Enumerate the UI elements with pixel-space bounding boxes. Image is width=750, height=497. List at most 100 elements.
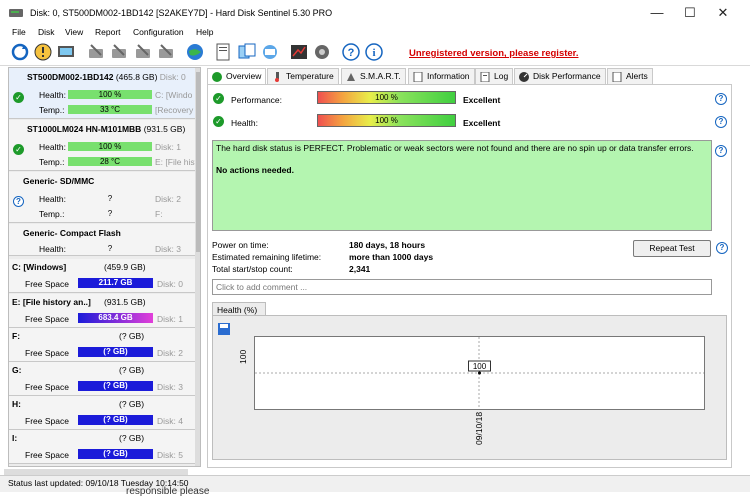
free-space-bar: (? GB)	[78, 347, 153, 357]
partition-name: F:	[12, 331, 21, 341]
tab-overview[interactable]: Overview	[207, 68, 267, 85]
free-space-label: Free Space	[25, 348, 69, 358]
copy-report-icon[interactable]	[238, 43, 256, 61]
toolbar: ? i Unregistered version, please registe…	[0, 39, 750, 66]
disk-test-icon[interactable]	[110, 43, 128, 61]
globe-icon[interactable]	[186, 43, 204, 61]
tab-bar: Overview Temperature S.M.A.R.T. Informat…	[207, 68, 732, 85]
close-button[interactable]: ✕	[706, 0, 740, 26]
disk-settings-icon[interactable]	[134, 43, 152, 61]
partition-item[interactable]: C: [Windows] (459.9 GB) Free Space 211.7…	[9, 259, 195, 293]
tab-information[interactable]: Information	[408, 68, 475, 84]
health-label: Health:	[39, 244, 66, 254]
disk-list-panel: ST500DM002-1BD142 (465.8 GB) Disk: 0 ✓ H…	[8, 67, 201, 467]
chart-point	[478, 371, 481, 375]
graph-icon[interactable]	[290, 43, 308, 61]
temp-label: Temp.:	[39, 105, 65, 115]
tab-alerts[interactable]: Alerts	[607, 68, 653, 84]
health-bar: ?	[107, 194, 113, 203]
disk-tool-icon[interactable]	[87, 43, 105, 61]
free-space-label: Free Space	[25, 416, 69, 426]
partition-size: (? GB)	[119, 399, 145, 409]
disk-name: ST1000LM024 HN-M101MBB (931.5 GB)	[27, 124, 186, 134]
startstop-label: Total start/stop count:	[212, 264, 293, 274]
alert-icon[interactable]	[34, 43, 52, 61]
health-chart: 100	[254, 336, 705, 410]
health-rating: Excellent	[463, 118, 501, 128]
minimize-button[interactable]: —	[640, 0, 674, 26]
partition-size: (? GB)	[119, 365, 145, 375]
menu-view[interactable]: View	[65, 27, 83, 37]
partition-item[interactable]: F: (? GB) Free Space (? GB) Disk: 2	[9, 328, 195, 362]
unknown-status-icon: ?	[13, 196, 24, 207]
health-label: Health:	[231, 118, 258, 128]
sound-icon[interactable]	[313, 43, 331, 61]
menu-file[interactable]: File	[12, 27, 26, 37]
comment-field[interactable]: Click to add comment ...	[212, 279, 712, 295]
health-label: Health:	[39, 194, 66, 204]
menu-report[interactable]: Report	[95, 27, 121, 37]
monitor-icon[interactable]	[57, 43, 75, 61]
free-space-label: Free Space	[25, 314, 69, 324]
side-text: F:	[155, 209, 163, 219]
temp-label: Temp.:	[39, 157, 65, 167]
menu-disk[interactable]: Disk	[38, 27, 55, 37]
partition-name: E: [File history an..]	[12, 297, 91, 307]
partition-item[interactable]: G: (? GB) Free Space (? GB) Disk: 3	[9, 362, 195, 396]
partition-size: (? GB)	[119, 433, 145, 443]
repeat-test-button[interactable]: Repeat Test	[633, 240, 711, 257]
disk-item[interactable]: ST1000LM024 HN-M101MBB (931.5 GB) ✓ Heal…	[9, 120, 198, 171]
thermometer-icon	[275, 72, 279, 82]
help-icon[interactable]: ?	[715, 145, 727, 157]
scrollbar-thumb[interactable]	[196, 72, 200, 252]
menu-help[interactable]: Help	[196, 27, 213, 37]
partition-disk: Disk: 4	[157, 416, 183, 426]
ok-check-icon: ✓	[13, 92, 24, 103]
menu-configuration[interactable]: Configuration	[133, 27, 184, 37]
tab-log[interactable]: Log	[475, 68, 514, 84]
partition-name: H:	[12, 399, 21, 409]
disk-scan-icon[interactable]	[157, 43, 175, 61]
info-icon[interactable]: i	[365, 43, 383, 61]
send-report-icon[interactable]	[261, 43, 279, 61]
free-space-bar: 211.7 GB	[78, 278, 153, 288]
report-icon[interactable]	[214, 43, 232, 61]
health-bar: 100 %	[317, 114, 456, 127]
disk-item[interactable]: ST500DM002-1BD142 (465.8 GB) Disk: 0 ✓ H…	[9, 68, 195, 119]
save-icon[interactable]	[217, 322, 231, 336]
side-text: E: [File hist	[155, 157, 198, 167]
partition-item[interactable]: I: (? GB) Free Space (? GB) Disk: 5	[9, 430, 195, 464]
power-on-label: Power on time:	[212, 240, 269, 250]
free-space-bar: (? GB)	[78, 449, 153, 459]
register-link[interactable]: Unregistered version, please register.	[409, 48, 579, 59]
help-icon[interactable]: ?	[715, 116, 727, 128]
lifetime-label: Estimated remaining lifetime:	[212, 252, 322, 262]
tab-smart[interactable]: S.M.A.R.T.	[341, 68, 406, 84]
maximize-button[interactable]: ☐	[673, 0, 707, 26]
tab-disk-performance[interactable]: Disk Performance	[514, 68, 606, 84]
disk-name: Generic- SD/MMC	[23, 176, 95, 186]
side-text: Disk: 1	[155, 142, 181, 152]
refresh-icon[interactable]	[11, 43, 29, 61]
partition-disk: Disk: 3	[157, 382, 183, 392]
side-text: Disk: 3	[155, 244, 181, 254]
window-title: Disk: 0, ST500DM002-1BD142 [S2AKEY7D] - …	[30, 8, 333, 18]
disk-name: Generic- Compact Flash	[23, 228, 121, 238]
disk-item[interactable]: Generic- SD/MMC ? Health: ? Disk: 2 Temp…	[9, 172, 195, 223]
help-icon[interactable]: ?	[342, 43, 360, 61]
tab-temperature[interactable]: Temperature	[267, 68, 339, 84]
temp-bar: 33 °C	[68, 105, 152, 114]
help-icon[interactable]: ?	[715, 93, 727, 105]
ok-check-icon: ✓	[213, 93, 224, 104]
free-space-bar: (? GB)	[78, 381, 153, 391]
help-icon[interactable]: ?	[716, 242, 728, 254]
partition-item[interactable]: E: [File history an..] (931.5 GB) Free S…	[9, 294, 195, 328]
tab-health-graph[interactable]: Health (%)	[212, 302, 266, 316]
tab-label: Temperature	[286, 71, 334, 81]
free-space-label: Free Space	[25, 279, 69, 289]
smart-icon	[347, 73, 355, 81]
temp-bar: 28 °C	[68, 157, 152, 166]
disk-item[interactable]: Generic- Compact Flash Health: ? Disk: 3	[9, 224, 195, 256]
partition-size: (? GB)	[119, 331, 145, 341]
partition-item[interactable]: H: (? GB) Free Space (? GB) Disk: 4	[9, 396, 195, 430]
